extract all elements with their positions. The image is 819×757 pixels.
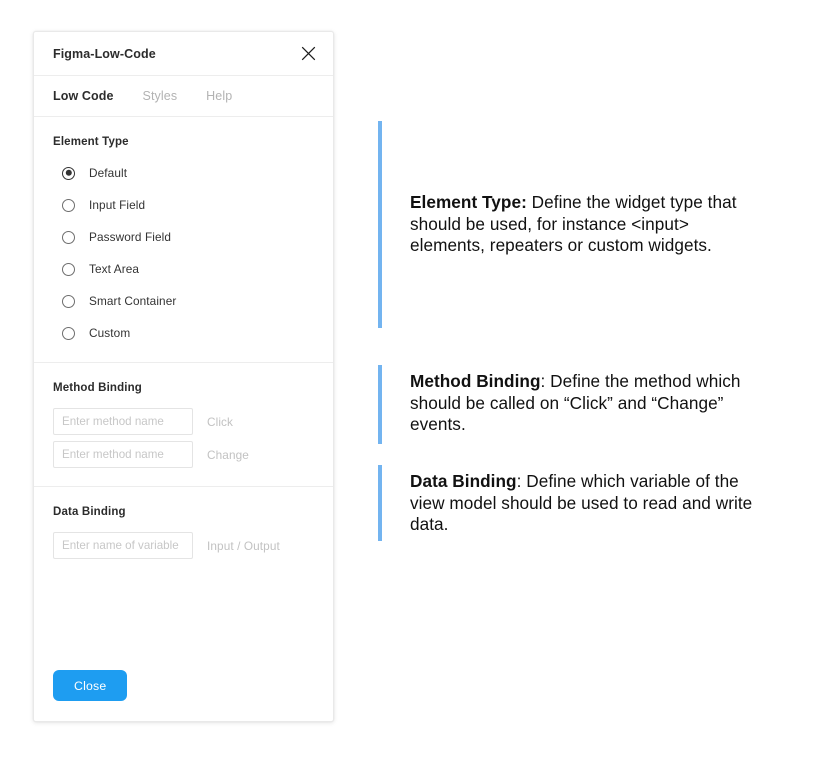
- method-binding-section: Method Binding Click Change: [34, 363, 333, 487]
- radio-icon: [62, 199, 75, 212]
- element-type-title: Element Type: [53, 136, 314, 148]
- annotation-method-binding: Method Binding: Define the method which …: [378, 365, 760, 444]
- radio-option-text-area[interactable]: Text Area: [53, 258, 314, 280]
- click-method-input[interactable]: [53, 408, 193, 435]
- annotation-text: Element Type: Define the widget type tha…: [410, 121, 742, 328]
- tab-help[interactable]: Help: [206, 89, 232, 103]
- radio-option-default[interactable]: Default: [53, 162, 314, 184]
- radio-icon: [62, 327, 75, 340]
- radio-option-smart-container[interactable]: Smart Container: [53, 290, 314, 312]
- radio-icon: [62, 231, 75, 244]
- variable-name-input[interactable]: [53, 532, 193, 559]
- annotation-accent-bar: [378, 121, 382, 328]
- tab-styles[interactable]: Styles: [143, 89, 178, 103]
- data-binding-variable-row: Input / Output: [53, 532, 314, 559]
- panel-title: Figma-Low-Code: [53, 47, 296, 61]
- click-caption: Click: [207, 415, 233, 429]
- annotation-element-type: Element Type: Define the widget type tha…: [378, 121, 742, 328]
- annotation-heading: Data Binding: [410, 471, 517, 491]
- radio-label: Text Area: [89, 262, 139, 276]
- panel-spacer: [34, 577, 333, 670]
- data-binding-section: Data Binding Input / Output: [34, 487, 333, 577]
- method-binding-change-row: Change: [53, 441, 314, 468]
- change-method-input[interactable]: [53, 441, 193, 468]
- annotation-data-binding: Data Binding: Define which variable of t…: [378, 465, 755, 541]
- method-binding-click-row: Click: [53, 408, 314, 435]
- tab-bar: Low Code Styles Help: [34, 76, 333, 117]
- radio-label: Default: [89, 166, 127, 180]
- radio-option-input-field[interactable]: Input Field: [53, 194, 314, 216]
- annotation-heading: Method Binding: [410, 371, 541, 391]
- radio-label: Custom: [89, 326, 130, 340]
- close-button[interactable]: [296, 42, 320, 66]
- radio-icon-selected: [62, 167, 75, 180]
- method-binding-title: Method Binding: [53, 382, 314, 394]
- close-panel-button[interactable]: Close: [53, 670, 127, 701]
- radio-label: Input Field: [89, 198, 145, 212]
- radio-label: Smart Container: [89, 294, 176, 308]
- annotation-accent-bar: [378, 365, 382, 444]
- annotation-text: Data Binding: Define which variable of t…: [410, 465, 755, 541]
- radio-icon: [62, 263, 75, 276]
- close-icon: [301, 46, 316, 61]
- radio-label: Password Field: [89, 230, 171, 244]
- annotation-text: Method Binding: Define the method which …: [410, 365, 760, 444]
- data-binding-title: Data Binding: [53, 506, 314, 518]
- panel-footer: Close: [34, 670, 333, 721]
- panel-header: Figma-Low-Code: [34, 32, 333, 76]
- radio-icon: [62, 295, 75, 308]
- radio-option-custom[interactable]: Custom: [53, 322, 314, 344]
- tab-low-code[interactable]: Low Code: [53, 89, 114, 103]
- input-output-caption: Input / Output: [207, 539, 280, 553]
- element-type-section: Element Type Default Input Field Passwor…: [34, 117, 333, 363]
- annotation-accent-bar: [378, 465, 382, 541]
- figma-plugin-panel: Figma-Low-Code Low Code Styles Help Elem…: [33, 31, 334, 722]
- radio-option-password-field[interactable]: Password Field: [53, 226, 314, 248]
- change-caption: Change: [207, 448, 249, 462]
- annotation-heading: Element Type:: [410, 192, 527, 212]
